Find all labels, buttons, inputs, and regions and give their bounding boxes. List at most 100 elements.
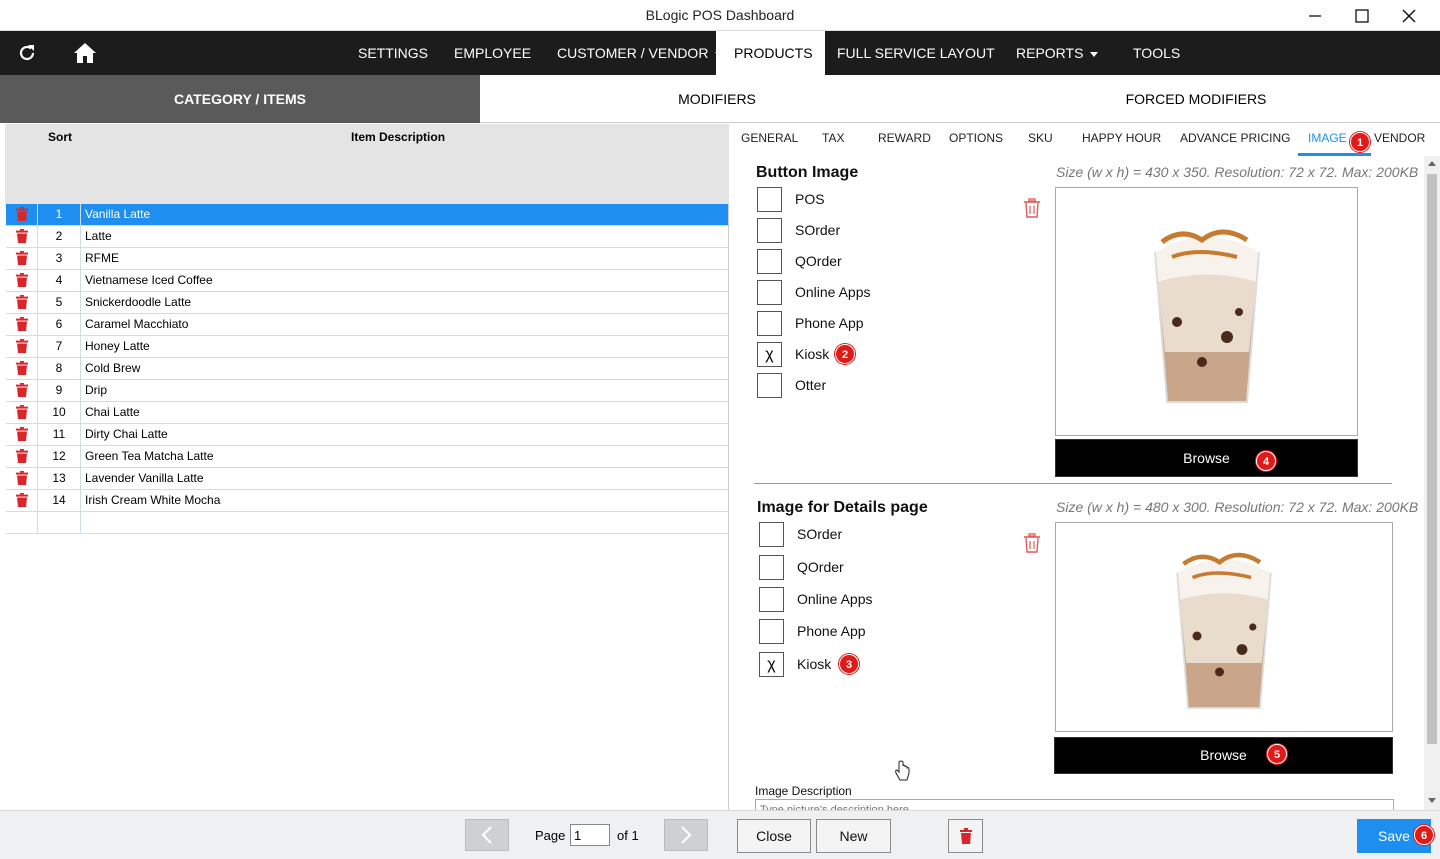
- close-button-label: Close: [756, 828, 792, 844]
- tab-happy-hour[interactable]: HAPPY HOUR: [1072, 124, 1171, 156]
- delete-row-icon[interactable]: [16, 383, 28, 397]
- checkbox-button-qorder[interactable]: [757, 249, 782, 274]
- table-row[interactable]: 1 Vanilla Latte: [6, 204, 728, 226]
- checkbox-button-pos[interactable]: [757, 187, 782, 212]
- delete-row-icon[interactable]: [16, 207, 28, 221]
- table-row[interactable]: 3 RFME: [6, 248, 728, 270]
- delete-row-icon[interactable]: [16, 295, 28, 309]
- checkbox-button-online-apps[interactable]: [757, 280, 782, 305]
- right-panel-scrollbar[interactable]: [1424, 156, 1440, 810]
- checkbox-details-sorder[interactable]: [759, 522, 784, 547]
- row-description-cell: Caramel Macchiato: [85, 317, 189, 331]
- table-row[interactable]: 12 Green Tea Matcha Latte: [6, 446, 728, 468]
- home-button[interactable]: [65, 31, 105, 75]
- delete-row-icon[interactable]: [16, 317, 28, 331]
- delete-row-icon[interactable]: [16, 251, 28, 265]
- new-button[interactable]: New: [816, 819, 891, 853]
- nav-products-label: PRODUCTS: [734, 45, 813, 61]
- nav-full-service-layout[interactable]: FULL SERVICE LAYOUT: [823, 31, 1009, 75]
- checkbox-button-sorder[interactable]: [757, 218, 782, 243]
- scroll-down-icon[interactable]: [1428, 798, 1436, 803]
- tab-forced-modifiers[interactable]: FORCED MODIFIERS: [954, 75, 1438, 123]
- checkbox-details-kiosk[interactable]: χ: [759, 652, 784, 677]
- table-row[interactable]: 2 Latte: [6, 226, 728, 248]
- row-description-cell: Green Tea Matcha Latte: [85, 449, 214, 463]
- table-row[interactable]: 9 Drip: [6, 380, 728, 402]
- checkbox-details-qorder[interactable]: [759, 555, 784, 580]
- row-sort-cell: [37, 512, 81, 533]
- row-sort-cell: 4: [37, 270, 81, 291]
- checkbox-button-kiosk[interactable]: χ: [757, 342, 782, 367]
- row-description-cell: Honey Latte: [85, 339, 150, 353]
- image-settings-panel: Button Image Size (w x h) = 430 x 350. R…: [731, 156, 1424, 810]
- refresh-icon: [19, 45, 35, 61]
- nav-products[interactable]: PRODUCTS: [716, 31, 825, 75]
- delete-item-button[interactable]: [948, 819, 983, 853]
- checkbox-details-phone-app[interactable]: [759, 619, 784, 644]
- maximize-button[interactable]: [1339, 0, 1385, 31]
- table-row[interactable]: 8 Cold Brew: [6, 358, 728, 380]
- minimize-button[interactable]: [1292, 0, 1338, 31]
- table-row[interactable]: 7 Honey Latte: [6, 336, 728, 358]
- checkbox-details-online-apps[interactable]: [759, 587, 784, 612]
- delete-row-icon[interactable]: [16, 339, 28, 353]
- row-description-cell: Lavender Vanilla Latte: [85, 471, 204, 485]
- tab-vendor[interactable]: VENDOR: [1364, 124, 1435, 156]
- description-column-header[interactable]: Item Description: [351, 130, 445, 144]
- close-button[interactable]: Close: [737, 819, 811, 853]
- row-sort-cell: 2: [37, 226, 81, 247]
- table-row[interactable]: 14 Irish Cream White Mocha: [6, 490, 728, 512]
- row-sort-cell: 8: [37, 358, 81, 379]
- tab-sku[interactable]: SKU: [1018, 124, 1063, 156]
- close-window-button[interactable]: [1386, 0, 1432, 31]
- browse-button-image[interactable]: Browse: [1055, 439, 1358, 477]
- nav-tools[interactable]: TOOLS: [1119, 31, 1194, 75]
- table-row[interactable]: [6, 512, 728, 534]
- delete-row-icon[interactable]: [16, 471, 28, 485]
- tab-options[interactable]: OPTIONS: [939, 124, 1013, 156]
- checkbox-button-pos-label: POS: [795, 191, 825, 207]
- delete-row-icon[interactable]: [16, 405, 28, 419]
- delete-row-icon[interactable]: [16, 493, 28, 507]
- checkbox-button-otter[interactable]: [757, 373, 782, 398]
- tab-category-items[interactable]: CATEGORY / ITEMS: [0, 75, 480, 123]
- tab-general[interactable]: GENERAL: [731, 124, 808, 156]
- tab-tax[interactable]: TAX: [812, 124, 854, 156]
- next-page-button[interactable]: [664, 819, 708, 851]
- tab-modifiers[interactable]: MODIFIERS: [480, 75, 954, 123]
- checkbox-button-phone-app[interactable]: [757, 311, 782, 336]
- scroll-thumb[interactable]: [1427, 174, 1437, 744]
- nav-settings[interactable]: SETTINGS: [344, 31, 442, 75]
- table-row[interactable]: 10 Chai Latte: [6, 402, 728, 424]
- table-row[interactable]: 5 Snickerdoodle Latte: [6, 292, 728, 314]
- row-sort-cell: 7: [37, 336, 81, 357]
- browse-details-image[interactable]: Browse: [1054, 737, 1393, 774]
- step-badge-4: 4: [1256, 451, 1276, 471]
- delete-row-icon[interactable]: [16, 273, 28, 287]
- step-badge-5: 5: [1267, 744, 1287, 764]
- checkbox-details-phone-app-label: Phone App: [797, 623, 866, 639]
- tab-advance-pricing[interactable]: ADVANCE PRICING: [1170, 124, 1300, 156]
- prev-page-button[interactable]: [465, 819, 509, 851]
- refresh-button[interactable]: [7, 31, 47, 75]
- table-row[interactable]: 4 Vietnamese Iced Coffee: [6, 270, 728, 292]
- delete-row-icon[interactable]: [16, 229, 28, 243]
- table-row[interactable]: 6 Caramel Macchiato: [6, 314, 728, 336]
- table-row[interactable]: 13 Lavender Vanilla Latte: [6, 468, 728, 490]
- chevron-down-icon: [1090, 51, 1099, 57]
- nav-reports[interactable]: REPORTS: [1002, 31, 1112, 75]
- page-number-input[interactable]: [570, 824, 610, 846]
- nav-customer-vendor[interactable]: CUSTOMER / VENDOR: [543, 31, 737, 75]
- scroll-up-icon[interactable]: [1428, 161, 1436, 166]
- delete-button-image-icon[interactable]: [1023, 198, 1041, 218]
- tab-reward[interactable]: REWARD: [868, 124, 941, 156]
- image-description-input[interactable]: [755, 799, 1394, 810]
- delete-row-icon[interactable]: [16, 427, 28, 441]
- nav-employee[interactable]: EMPLOYEE: [440, 31, 545, 75]
- delete-details-image-icon[interactable]: [1023, 533, 1041, 553]
- delete-row-icon[interactable]: [16, 361, 28, 375]
- row-sort-cell: 3: [37, 248, 81, 269]
- table-row[interactable]: 11 Dirty Chai Latte: [6, 424, 728, 446]
- sort-column-header[interactable]: Sort: [48, 130, 72, 144]
- delete-row-icon[interactable]: [16, 449, 28, 463]
